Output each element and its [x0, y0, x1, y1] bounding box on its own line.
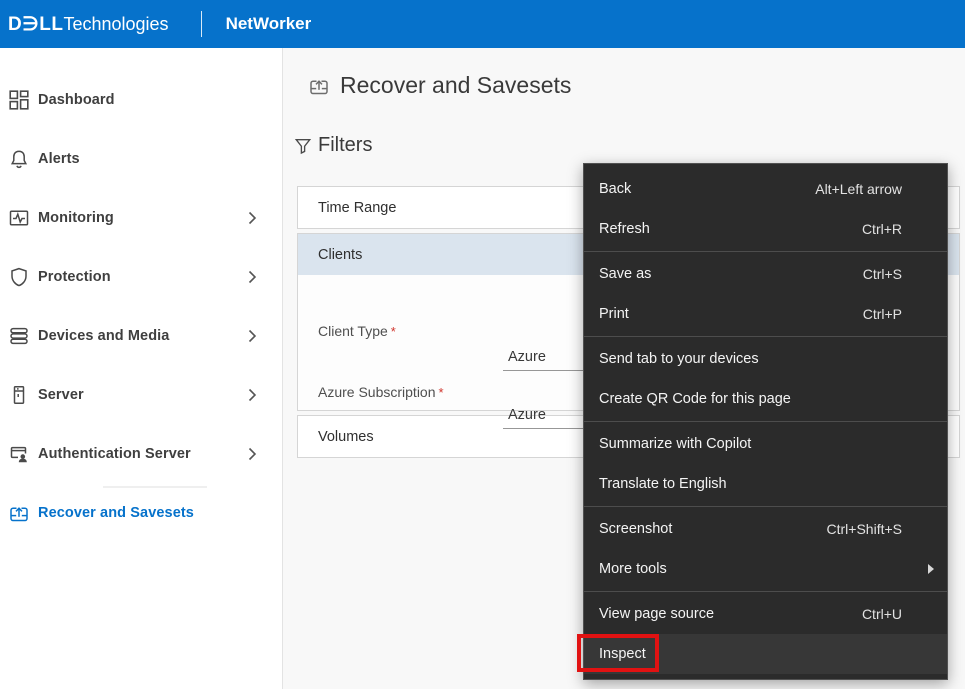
sidebar-item-label: Monitoring [38, 209, 114, 226]
menu-separator [584, 506, 947, 507]
filters-heading: Filters [294, 134, 372, 157]
sidebar-item-label: Recover and Savesets [38, 504, 194, 521]
browser-context-menu: Back Alt+Left arrow Refresh Ctrl+R Save … [583, 163, 948, 680]
menu-item-more-tools[interactable]: More tools [584, 549, 947, 589]
sidebar-item-recover-and-savesets[interactable]: Recover and Savesets [0, 483, 282, 542]
azure-subscription-value: Azure [508, 406, 546, 423]
shortcut-text: Ctrl+R [861, 221, 902, 237]
required-marker: * [438, 385, 444, 400]
menu-item-refresh[interactable]: Refresh Ctrl+R [584, 209, 947, 249]
sidebar-item-label: Alerts [38, 150, 80, 167]
auth-server-icon [8, 443, 29, 464]
dashboard-icon [8, 89, 29, 110]
top-header: D∋LL Technologies NetWorker [0, 0, 965, 48]
sidebar-item-label: Server [38, 386, 84, 403]
page-title: Recover and Savesets [309, 72, 571, 99]
accordion-label: Time Range [318, 199, 397, 216]
sidebar-item-server[interactable]: Server [0, 365, 282, 424]
shortcut-text: Ctrl+S [862, 266, 902, 282]
chevron-right-icon [248, 270, 257, 284]
sidebar-item-label: Dashboard [38, 91, 115, 108]
client-type-label: Client Type * [318, 323, 396, 339]
monitoring-icon [8, 207, 29, 228]
header-divider [200, 11, 202, 37]
sidebar-item-label: Devices and Media [38, 327, 170, 344]
sidebar-item-label: Authentication Server [38, 445, 191, 462]
azure-subscription-label: Azure Subscription * [318, 384, 444, 400]
shortcut-text: Alt+Left arrow [815, 181, 902, 197]
dell-logo-text: D∋LL [8, 13, 64, 35]
product-name: NetWorker [225, 14, 312, 33]
chevron-right-icon [248, 447, 257, 461]
shield-icon [8, 266, 29, 287]
client-type-value: Azure [508, 348, 546, 365]
sidebar-item-protection[interactable]: Protection [0, 247, 282, 306]
bell-icon [8, 148, 29, 169]
menu-item-screenshot[interactable]: Screenshot Ctrl+Shift+S [584, 509, 947, 549]
menu-separator [584, 421, 947, 422]
page-title-text: Recover and Savesets [340, 72, 572, 98]
menu-item-summarize-with-copilot[interactable]: Summarize with Copilot [584, 424, 947, 464]
menu-item-print[interactable]: Print Ctrl+P [584, 294, 947, 334]
sidebar-item-authentication-server[interactable]: Authentication Server [0, 424, 282, 483]
filter-funnel-icon [294, 137, 312, 155]
chevron-right-icon [248, 329, 257, 343]
menu-item-inspect[interactable]: Inspect [584, 634, 947, 674]
sidebar-item-label: Protection [38, 268, 111, 285]
sidebar-item-monitoring[interactable]: Monitoring [0, 188, 282, 247]
dell-technologies-logo[interactable]: D∋LL Technologies [8, 13, 169, 36]
app-window: D∋LLTechnologies NetWorker Dashboard Al [0, 0, 965, 689]
recover-icon [8, 502, 29, 523]
sidebar-divider [103, 486, 207, 488]
menu-item-create-qr-code[interactable]: Create QR Code for this page [584, 379, 947, 419]
menu-item-send-tab-to-devices[interactable]: Send tab to your devices [584, 339, 947, 379]
menu-item-save-as[interactable]: Save as Ctrl+S [584, 254, 947, 294]
chevron-right-icon [248, 388, 257, 402]
sidebar-item-alerts[interactable]: Alerts [0, 129, 282, 188]
menu-item-view-page-source[interactable]: View page source Ctrl+U [584, 594, 947, 634]
accordion-label: Clients [318, 246, 363, 263]
required-marker: * [390, 324, 396, 339]
filters-heading-text: Filters [318, 134, 373, 156]
devices-icon [8, 325, 29, 346]
menu-separator [584, 336, 947, 337]
sidebar-item-devices-and-media[interactable]: Devices and Media [0, 306, 282, 365]
menu-item-back[interactable]: Back Alt+Left arrow [584, 169, 947, 209]
technologies-logo-text: Technologies [63, 13, 169, 34]
menu-separator [584, 591, 947, 592]
server-icon [8, 384, 29, 405]
chevron-right-icon [248, 211, 257, 225]
shortcut-text: Ctrl+U [861, 606, 902, 622]
shortcut-text: Ctrl+Shift+S [826, 521, 902, 537]
shortcut-text: Ctrl+P [862, 306, 902, 322]
menu-item-translate-to-english[interactable]: Translate to English [584, 464, 947, 504]
submenu-arrow-icon [928, 564, 934, 574]
sidebar-item-dashboard[interactable]: Dashboard [0, 70, 282, 129]
accordion-label: Volumes [318, 428, 374, 445]
recover-icon [309, 76, 329, 96]
menu-separator [584, 251, 947, 252]
sidebar-nav: Dashboard Alerts Monitoring Protection D… [0, 48, 283, 689]
